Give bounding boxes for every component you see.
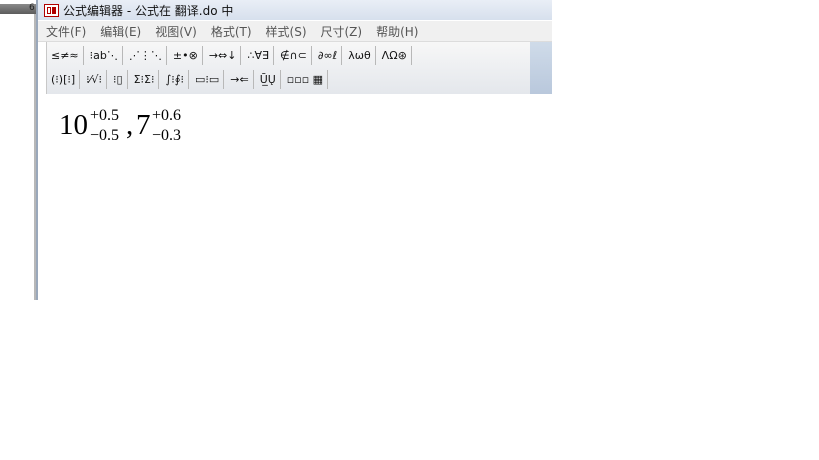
window-title: 公式编辑器 - 公式在 翻译.do 中 [63, 3, 234, 18]
term1-base: 10 [59, 109, 88, 141]
relational-symbols-button[interactable]: ≤≠≈ [47, 46, 84, 65]
term2-base: 7 [136, 109, 151, 141]
menu-view[interactable]: 视图(V) [155, 23, 197, 40]
fence-templates-button[interactable]: (⁝)[⁝] [47, 70, 81, 89]
menu-edit[interactable]: 编辑(E) [100, 23, 141, 40]
embellishments-button[interactable]: ⋰⋮⋱ [125, 46, 167, 65]
greek-uppercase-button[interactable]: ΛΩ⊛ [378, 46, 412, 65]
equation-editor-icon [44, 3, 59, 17]
subscript-superscript-templates-button[interactable]: ⁝▯ [109, 70, 128, 89]
logical-symbols-button[interactable]: ∴∀∃ [243, 46, 274, 65]
term1-superscript: +0.5 [90, 107, 120, 124]
menu-file[interactable]: 文件(F) [46, 23, 86, 40]
equation-editor-window: 公式编辑器 - 公式在 翻译.do 中 文件(F) 编辑(E) 视图(V) 格式… [36, 0, 552, 300]
operator-symbols-button[interactable]: ±•⊗ [169, 46, 203, 65]
menu-help[interactable]: 帮助(H) [376, 23, 418, 40]
matrix-templates-button[interactable]: ▫▫▫ ▦ [283, 70, 329, 89]
underbar-overbar-templates-button[interactable]: ▭⁝▭ [191, 70, 225, 89]
template-palette-row: (⁝)[⁝] ⁝⁄√⁝ ⁝▯ Σ⁝Σ⁝ ∫⁝∮⁝ ▭⁝▭ →⇐ Ū̲Ų ▫▫▫ … [47, 68, 330, 91]
labeled-arrow-templates-button[interactable]: →⇐ [226, 70, 254, 89]
products-set-templates-button[interactable]: Ū̲Ų [256, 70, 281, 89]
menu-format[interactable]: 格式(T) [211, 23, 252, 40]
symbol-toolbar: ≤≠≈ ⁝ab⋱ ⋰⋮⋱ ±•⊗ →⇔↓ ∴∀∃ ∉∩⊂ ∂∞ℓ λωθ ΛΩ⊛… [46, 42, 552, 94]
symbol-palette-row: ≤≠≈ ⁝ab⋱ ⋰⋮⋱ ±•⊗ →⇔↓ ∴∀∃ ∉∩⊂ ∂∞ℓ λωθ ΛΩ⊛ [47, 44, 414, 67]
fraction-radical-templates-button[interactable]: ⁝⁄√⁝ [82, 70, 108, 89]
separator-comma: , [126, 109, 134, 141]
menu-bar: 文件(F) 编辑(E) 视图(V) 格式(T) 样式(S) 尺寸(Z) 帮助(H… [38, 21, 552, 42]
title-bar[interactable]: 公式编辑器 - 公式在 翻译.do 中 [38, 0, 552, 20]
summation-templates-button[interactable]: Σ⁝Σ⁝ [130, 70, 160, 89]
term2-subscript: −0.3 [152, 127, 182, 144]
toolbar-edge [530, 42, 552, 94]
equation-editing-area[interactable]: 10 +0.5 −0.5 , 7 +0.6 −0.3 [38, 95, 552, 300]
set-theory-symbols-button[interactable]: ∉∩⊂ [276, 46, 312, 65]
menu-size[interactable]: 尺寸(Z) [321, 23, 363, 40]
background-window-label: 6 [29, 3, 35, 13]
term2-superscript: +0.6 [152, 107, 182, 124]
spaces-ellipses-button[interactable]: ⁝ab⋱ [86, 46, 123, 65]
menu-style[interactable]: 样式(S) [266, 23, 307, 40]
integral-templates-button[interactable]: ∫⁝∮⁝ [161, 70, 189, 89]
background-window-edge: 6 [0, 0, 36, 300]
term1-subscript: −0.5 [90, 127, 120, 144]
misc-symbols-button[interactable]: ∂∞ℓ [314, 46, 343, 65]
arrow-symbols-button[interactable]: →⇔↓ [205, 46, 242, 65]
greek-lowercase-button[interactable]: λωθ [344, 46, 376, 65]
